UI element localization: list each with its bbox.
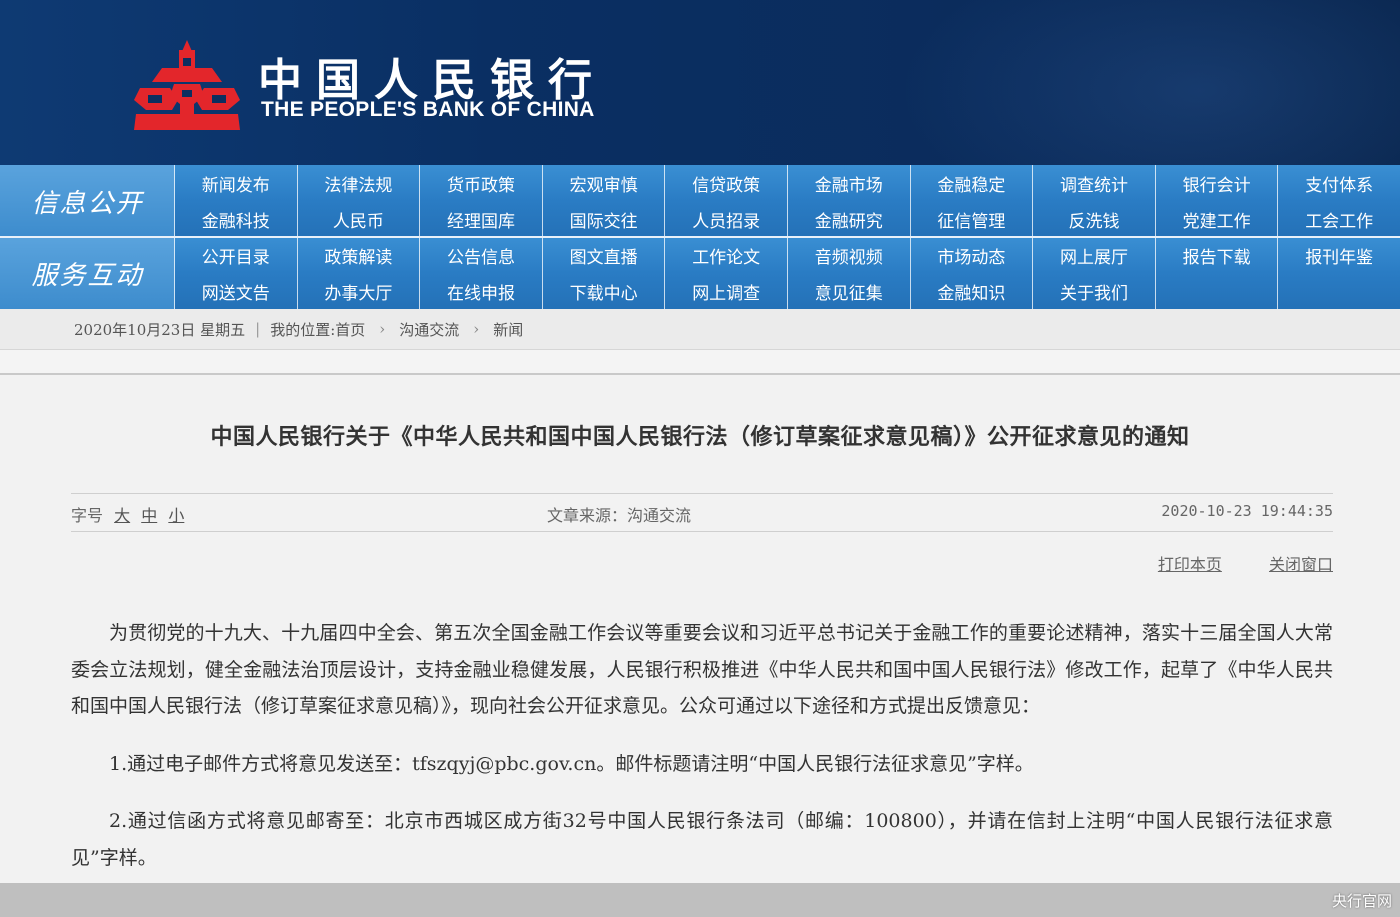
nav-item[interactable]: 法律法规 (296, 165, 420, 201)
nav-item (1277, 273, 1400, 309)
nav-item[interactable]: 报刊年鉴 (1277, 237, 1400, 273)
meta-divider-top (71, 493, 1333, 494)
nav-item[interactable]: 公开目录 (174, 237, 297, 273)
nav-band-info: 信息公开 新闻发布 法律法规 货币政策 宏观审慎 信贷政策 金融市场 金融稳定 调查统计 银行会… (0, 165, 1400, 237)
nav-item[interactable]: 办事大厅 (296, 273, 420, 309)
breadcrumb: 2020年10月23日 星期五 | 我的位置:首页 › 沟通交流 › 新闻 (0, 309, 1400, 350)
font-size-small-link[interactable]: 小 (168, 506, 184, 525)
nav-item (1154, 273, 1278, 309)
article-meta: 字号 大 中 小 文章来源：沟通交流 2020-10-23 19:44:35 (71, 502, 1333, 528)
nav-item[interactable]: 金融研究 (786, 201, 910, 237)
nav-item[interactable]: 报告下载 (1154, 237, 1278, 273)
font-size-medium-link[interactable]: 中 (141, 506, 157, 525)
nav-item[interactable]: 经理国库 (419, 201, 542, 237)
nav-item[interactable]: 工作论文 (664, 237, 787, 273)
nav-section-info-label[interactable]: 信息公开 (0, 165, 175, 237)
pboc-logo-icon[interactable] (132, 38, 242, 133)
nav-item[interactable]: 信贷政策 (664, 165, 787, 201)
nav-item[interactable]: 图文直播 (541, 237, 665, 273)
nav-item[interactable]: 意见征集 (786, 273, 910, 309)
site-header: 中国人民银行 THE PEOPLE'S BANK OF CHINA (0, 0, 1400, 165)
breadcrumb-arrow-icon: › (473, 320, 480, 338)
nav-item[interactable]: 人员招录 (664, 201, 787, 237)
watermark-bar (0, 883, 1400, 917)
article-body: 为贯彻党的十九大、十九届四中全会、第五次全国金融工作会议等重要会议和习近平总书记… (71, 615, 1333, 876)
article-tools: 打印本页 关闭窗口 (1116, 551, 1333, 575)
nav-item[interactable]: 在线申报 (419, 273, 542, 309)
current-weekday: 星期五 (200, 320, 246, 339)
nav-item[interactable]: 调查统计 (1032, 165, 1155, 201)
nav-item[interactable]: 网上展厅 (1032, 237, 1155, 273)
nav-item[interactable]: 关于我们 (1032, 273, 1155, 309)
watermark-text: 央行官网 (1331, 892, 1392, 910)
nav-item[interactable]: 征信管理 (909, 201, 1033, 237)
nav-item[interactable]: 金融市场 (786, 165, 910, 201)
font-size-label: 字号 (71, 506, 104, 525)
breadcrumb-home[interactable]: 我的位置:首页 (270, 319, 365, 340)
nav-grid-service: 公开目录 政策解读 公告信息 图文直播 工作论文 音频视频 市场动态 网上展厅 报告下载 报刊年鉴… (174, 237, 1400, 309)
nav-item[interactable]: 支付体系 (1277, 165, 1400, 201)
article-panel: 中国人民银行关于《中华人民共和国中国人民银行法（修订草案征求意见稿）》公开征求意… (0, 373, 1400, 917)
nav-item[interactable]: 工会工作 (1277, 201, 1400, 237)
nav-divider (0, 236, 1400, 238)
article-source: 文章来源：沟通交流 (547, 506, 692, 525)
article-title: 中国人民银行关于《中华人民共和国中国人民银行法（修订草案征求意见稿）》公开征求意… (210, 424, 1190, 450)
font-size-large-link[interactable]: 大 (114, 506, 130, 525)
breadcrumb-arrow-icon: › (379, 320, 386, 338)
article-paragraph: 为贯彻党的十九大、十九届四中全会、第五次全国金融工作会议等重要会议和习近平总书记… (71, 622, 1333, 717)
nav-item[interactable]: 党建工作 (1154, 201, 1278, 237)
brand-name-en: THE PEOPLE'S BANK OF CHINA (261, 98, 595, 121)
breadcrumb-level1[interactable]: 沟通交流 (399, 319, 459, 340)
nav-item[interactable]: 金融知识 (909, 273, 1033, 309)
nav-item[interactable]: 银行会计 (1154, 165, 1278, 201)
nav-item[interactable]: 市场动态 (909, 237, 1033, 273)
print-page-link[interactable]: 打印本页 (1158, 555, 1222, 574)
article-item-email: 1.通过电子邮件方式将意见发送至：tfszqyj@pbc.gov.cn。邮件标题… (109, 752, 1034, 775)
nav-item[interactable]: 人民币 (296, 201, 420, 237)
current-date: 2020年10月23日 (74, 320, 196, 339)
nav-item[interactable]: 网送文告 (174, 273, 297, 309)
main-navigation: 信息公开 新闻发布 法律法规 货币政策 宏观审慎 信贷政策 金融市场 金融稳定 调查统计 银行会… (0, 165, 1400, 309)
article-item-mail: 2.通过信函方式将意见邮寄至：北京市西城区成方街32号中国人民银行条法司（邮编：… (71, 810, 1333, 869)
nav-item[interactable]: 国际交往 (541, 201, 665, 237)
nav-item[interactable]: 金融稳定 (909, 165, 1033, 201)
header-glow (900, 0, 1400, 165)
nav-item[interactable]: 金融科技 (174, 201, 297, 237)
nav-grid-info: 新闻发布 法律法规 货币政策 宏观审慎 信贷政策 金融市场 金融稳定 调查统计 银行会计 支付体系… (174, 165, 1400, 237)
nav-item[interactable]: 网上调查 (664, 273, 787, 309)
nav-item[interactable]: 宏观审慎 (541, 165, 665, 201)
nav-item[interactable]: 下载中心 (541, 273, 665, 309)
nav-band-service: 服务互动 公开目录 政策解读 公告信息 图文直播 工作论文 音频视频 市场动态 网上展厅 报告下… (0, 237, 1400, 309)
nav-item[interactable]: 公告信息 (419, 237, 542, 273)
breadcrumb-level2[interactable]: 新闻 (493, 319, 523, 340)
meta-divider-bottom (71, 531, 1333, 532)
breadcrumb-divider: | (255, 320, 261, 338)
close-window-link[interactable]: 关闭窗口 (1269, 555, 1333, 574)
nav-item[interactable]: 政策解读 (296, 237, 420, 273)
nav-item[interactable]: 新闻发布 (174, 165, 297, 201)
nav-section-service-label[interactable]: 服务互动 (0, 237, 175, 309)
nav-item[interactable]: 音频视频 (786, 237, 910, 273)
nav-item[interactable]: 货币政策 (419, 165, 542, 201)
article-datetime: 2020-10-23 19:44:35 (1161, 502, 1333, 520)
font-size-controls: 字号 大 中 小 (71, 502, 184, 526)
nav-item[interactable]: 反洗钱 (1032, 201, 1155, 237)
